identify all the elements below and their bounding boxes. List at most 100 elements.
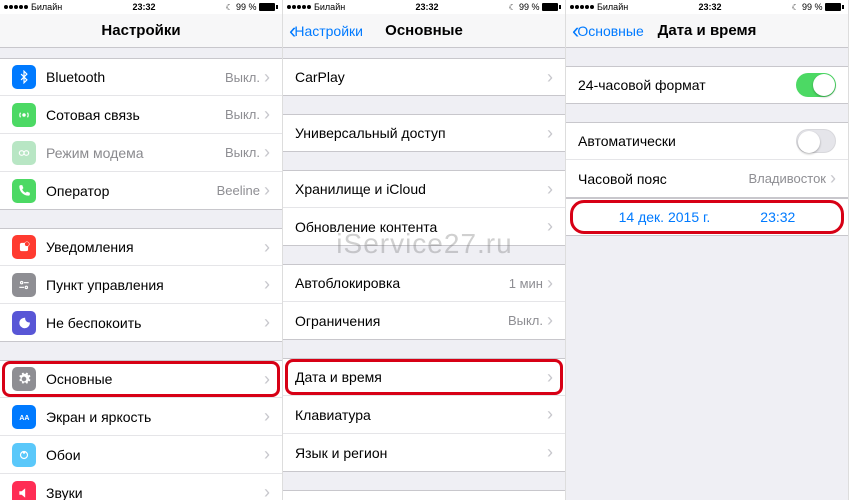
- row-label: Режим модема: [46, 145, 225, 161]
- datetime-list[interactable]: 24-часовой формат Автоматически Часовой …: [566, 48, 848, 500]
- dnd-moon-icon: ☾: [792, 3, 799, 12]
- row-wallpaper[interactable]: Обои ›: [0, 436, 282, 474]
- gear-icon: [12, 367, 36, 391]
- row-general[interactable]: Основные ›: [0, 360, 282, 398]
- chevron-right-icon: ›: [264, 369, 270, 390]
- page-title: Основные: [385, 22, 463, 39]
- row-cellular[interactable]: Сотовая связь Выкл. ›: [0, 96, 282, 134]
- row-label: Язык и регион: [295, 445, 547, 461]
- chevron-right-icon: ›: [264, 444, 270, 465]
- row-value: Владивосток: [748, 171, 826, 186]
- carrier-label: Билайн: [31, 2, 62, 12]
- chevron-right-icon: ›: [264, 312, 270, 333]
- dnd-icon: [12, 311, 36, 335]
- general-list[interactable]: CarPlay › Универсальный доступ › Хранили…: [283, 48, 565, 500]
- chevron-right-icon: ›: [547, 310, 553, 331]
- nav-header: Настройки: [0, 14, 282, 48]
- row-keyboard[interactable]: Клавиатура ›: [283, 396, 565, 434]
- chevron-right-icon: ›: [547, 273, 553, 294]
- battery-percent: 99 %: [236, 2, 257, 12]
- row-itunes-sync[interactable]: Синхронизация с iTunes по Wi-Fi: [283, 490, 565, 500]
- row-label: Bluetooth: [46, 69, 225, 85]
- chevron-right-icon: ›: [264, 274, 270, 295]
- chevron-right-icon: ›: [264, 406, 270, 427]
- signal-icon: [570, 5, 594, 9]
- row-date-picker[interactable]: 14 дек. 2015 г. 23:32: [566, 198, 848, 236]
- phone-icon: [12, 179, 36, 203]
- status-bar: Билайн 23:32 ☾ 99 %: [0, 0, 282, 14]
- row-label: Клавиатура: [295, 407, 547, 423]
- row-24h-format[interactable]: 24-часовой формат: [566, 66, 848, 104]
- row-label: Основные: [46, 371, 264, 387]
- signal-icon: [287, 5, 311, 9]
- cellular-icon: [12, 103, 36, 127]
- chevron-right-icon: ›: [264, 104, 270, 125]
- row-label: Звуки: [46, 485, 264, 500]
- wallpaper-icon: [12, 443, 36, 467]
- row-bluetooth[interactable]: Bluetooth Выкл. ›: [0, 58, 282, 96]
- row-operator[interactable]: Оператор Beeline ›: [0, 172, 282, 210]
- chevron-right-icon: ›: [264, 180, 270, 201]
- bluetooth-icon: [12, 65, 36, 89]
- switch-24h[interactable]: [796, 73, 836, 97]
- row-sounds[interactable]: Звуки ›: [0, 474, 282, 500]
- row-label: Дата и время: [295, 369, 547, 385]
- row-label: Часовой пояс: [578, 171, 748, 187]
- chevron-right-icon: ›: [830, 168, 836, 189]
- row-storage[interactable]: Хранилище и iCloud ›: [283, 170, 565, 208]
- row-control-center[interactable]: Пункт управления ›: [0, 266, 282, 304]
- screen-settings: Билайн 23:32 ☾ 99 % Настройки Bluetooth …: [0, 0, 283, 500]
- chevron-right-icon: ›: [547, 123, 553, 144]
- svg-text:AA: AA: [19, 414, 29, 421]
- page-title: Настройки: [101, 22, 180, 39]
- row-label: Оператор: [46, 183, 217, 199]
- selected-time[interactable]: 23:32: [760, 209, 795, 225]
- row-label: 24-часовой формат: [578, 77, 796, 93]
- selected-date[interactable]: 14 дек. 2015 г.: [619, 209, 711, 225]
- row-value: Выкл.: [225, 145, 260, 160]
- back-button[interactable]: ‹ Основные: [572, 20, 644, 42]
- row-value: Выкл.: [225, 107, 260, 122]
- row-accessibility[interactable]: Универсальный доступ ›: [283, 114, 565, 152]
- row-value: 1 мин: [509, 276, 543, 291]
- row-datetime[interactable]: Дата и время ›: [283, 358, 565, 396]
- row-timezone[interactable]: Часовой пояс Владивосток ›: [566, 160, 848, 198]
- row-display[interactable]: AA Экран и яркость ›: [0, 398, 282, 436]
- dnd-moon-icon: ☾: [509, 3, 516, 12]
- nav-header: ‹ Основные Дата и время: [566, 14, 848, 48]
- status-time: 23:32: [132, 2, 155, 12]
- chevron-right-icon: ›: [264, 237, 270, 258]
- row-carplay[interactable]: CarPlay ›: [283, 58, 565, 96]
- status-bar: Билайн 23:32 ☾ 99 %: [566, 0, 848, 14]
- row-label: Экран и яркость: [46, 409, 264, 425]
- chevron-right-icon: ›: [547, 404, 553, 425]
- row-hotspot[interactable]: Режим модема Выкл. ›: [0, 134, 282, 172]
- row-restrictions[interactable]: Ограничения Выкл. ›: [283, 302, 565, 340]
- switch-auto[interactable]: [796, 129, 836, 153]
- settings-list[interactable]: Bluetooth Выкл. › Сотовая связь Выкл. › …: [0, 48, 282, 500]
- back-button[interactable]: ‹ Настройки: [289, 20, 363, 42]
- battery-icon: [825, 3, 844, 11]
- screen-datetime: Билайн 23:32 ☾ 99 % ‹ Основные Дата и вр…: [566, 0, 849, 500]
- row-label: Автоблокировка: [295, 275, 509, 291]
- row-value: Выкл.: [225, 70, 260, 85]
- back-label: Основные: [577, 23, 643, 39]
- row-bgrefresh[interactable]: Обновление контента ›: [283, 208, 565, 246]
- battery-percent: 99 %: [802, 2, 823, 12]
- status-time: 23:32: [415, 2, 438, 12]
- row-notifications[interactable]: Уведомления ›: [0, 228, 282, 266]
- sounds-icon: [12, 481, 36, 500]
- row-label: Обои: [46, 447, 264, 463]
- control-center-icon: [12, 273, 36, 297]
- page-title: Дата и время: [658, 22, 757, 39]
- row-language[interactable]: Язык и регион ›: [283, 434, 565, 472]
- row-label: Хранилище и iCloud: [295, 181, 547, 197]
- chevron-right-icon: ›: [547, 216, 553, 237]
- row-label: Обновление контента: [295, 219, 547, 235]
- row-autolock[interactable]: Автоблокировка 1 мин ›: [283, 264, 565, 302]
- row-auto[interactable]: Автоматически: [566, 122, 848, 160]
- signal-icon: [4, 5, 28, 9]
- status-bar: Билайн 23:32 ☾ 99 %: [283, 0, 565, 14]
- chevron-right-icon: ›: [264, 142, 270, 163]
- row-dnd[interactable]: Не беспокоить ›: [0, 304, 282, 342]
